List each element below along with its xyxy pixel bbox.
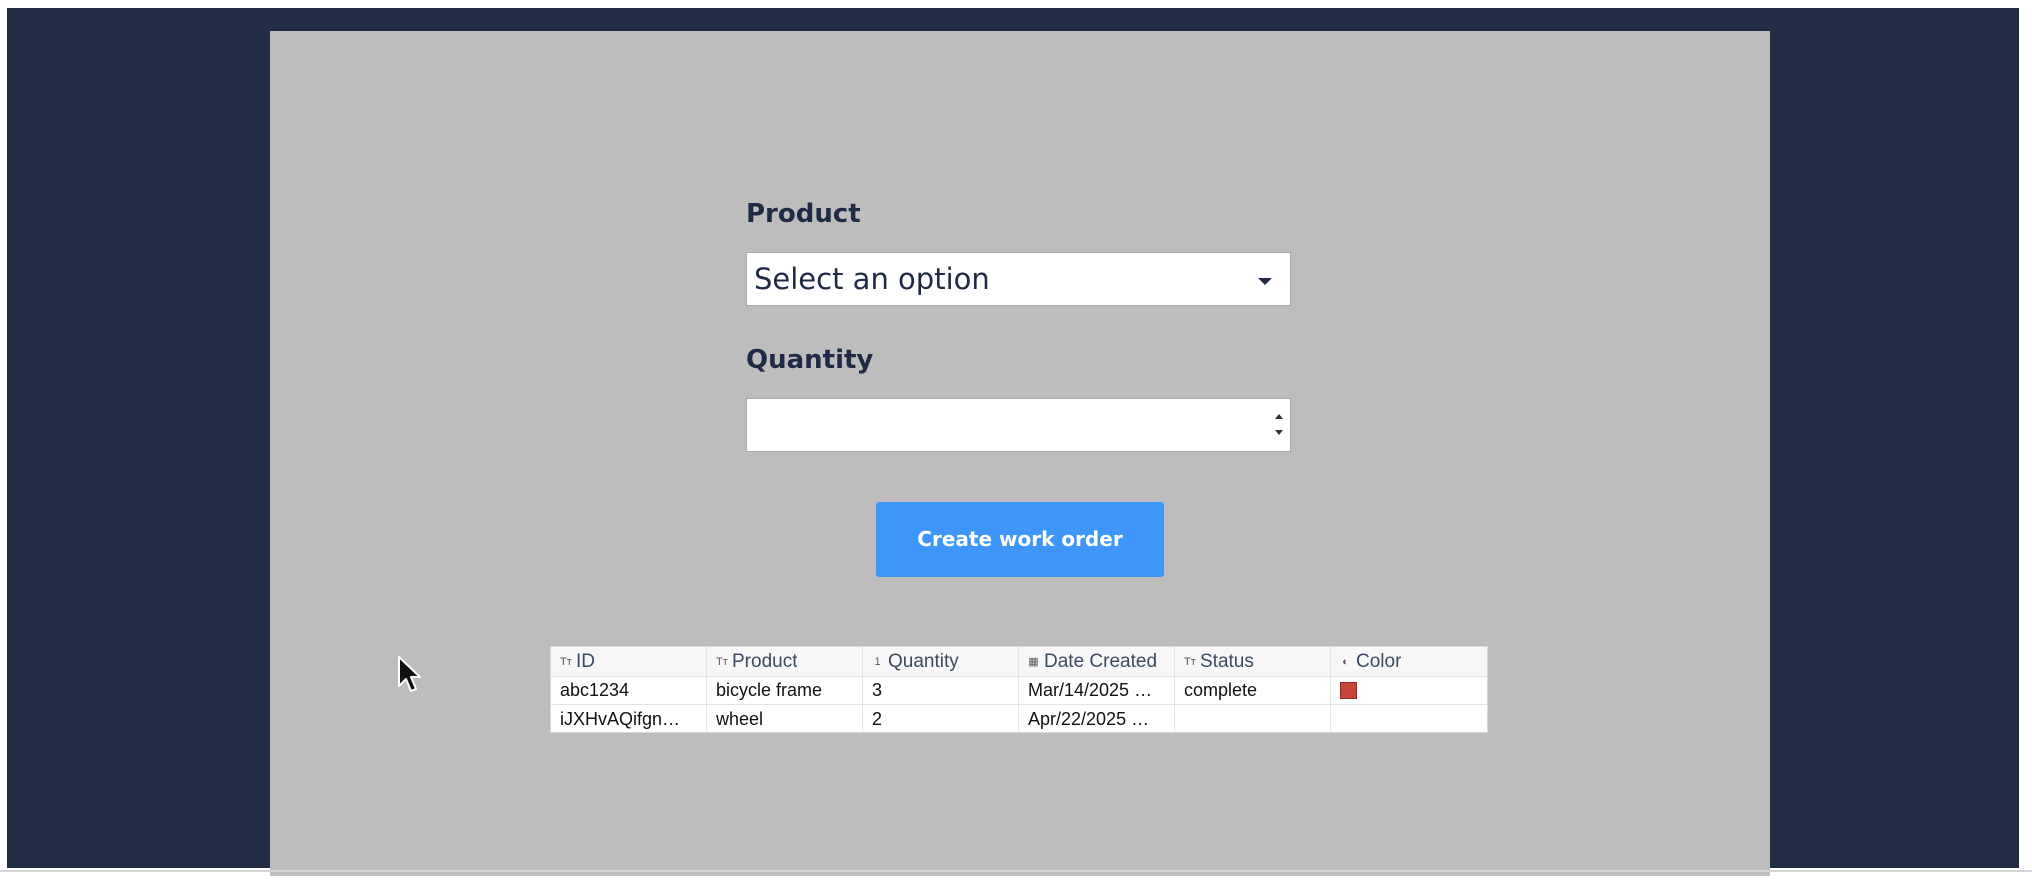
product-label: Product <box>746 199 861 229</box>
stepper-down-icon[interactable] <box>1275 430 1283 435</box>
cell-id[interactable]: abc1234 <box>551 677 707 704</box>
work-orders-table: Tт ID Tт Product 1 Quantity ▦ Date Creat… <box>550 646 1488 733</box>
table-row[interactable]: abc1234 bicycle frame 3 Mar/14/2025 … co… <box>551 677 1487 705</box>
cell-date-created[interactable]: Apr/22/2025 … <box>1019 705 1175 733</box>
cell-color[interactable] <box>1331 705 1487 733</box>
cell-product[interactable]: wheel <box>707 705 863 733</box>
text-type-icon: Tт <box>560 655 572 668</box>
column-header-color[interactable]: ◐ Color <box>1331 647 1487 676</box>
quantity-stepper[interactable] <box>1273 411 1285 439</box>
table-header-row: Tт ID Tт Product 1 Quantity ▦ Date Creat… <box>551 647 1487 677</box>
column-header-id[interactable]: Tт ID <box>551 647 707 676</box>
product-select[interactable]: Select an option <box>746 252 1291 306</box>
column-header-status[interactable]: Tт Status <box>1175 647 1331 676</box>
column-header-date-created[interactable]: ▦ Date Created <box>1019 647 1175 676</box>
app-frame: Product Select an option Quantity Create… <box>7 8 2019 876</box>
table-row[interactable]: iJXHvAQifgn… wheel 2 Apr/22/2025 … <box>551 705 1487 733</box>
quantity-label: Quantity <box>746 345 874 375</box>
calendar-type-icon: ▦ <box>1028 656 1039 668</box>
cell-status[interactable]: complete <box>1175 677 1331 704</box>
cell-date-created[interactable]: Mar/14/2025 … <box>1019 677 1175 704</box>
number-type-icon: 1 <box>874 655 881 668</box>
product-select-value: Select an option <box>754 262 990 296</box>
stepper-up-icon[interactable] <box>1275 414 1283 419</box>
cell-status[interactable] <box>1175 705 1331 733</box>
column-header-quantity[interactable]: 1 Quantity <box>863 647 1019 676</box>
text-type-icon: Tт <box>1184 655 1196 668</box>
cell-quantity[interactable]: 2 <box>863 705 1019 733</box>
palette-type-icon: ◐ <box>1342 655 1349 668</box>
caret-down-icon <box>1258 278 1272 285</box>
mouse-cursor-icon <box>398 656 421 692</box>
cell-quantity[interactable]: 3 <box>863 677 1019 704</box>
window-bottom-border <box>0 870 2032 872</box>
quantity-input[interactable] <box>746 398 1291 452</box>
cell-color[interactable] <box>1331 677 1487 704</box>
color-swatch <box>1340 682 1357 699</box>
create-work-order-button[interactable]: Create work order <box>876 502 1164 577</box>
cell-product[interactable]: bicycle frame <box>707 677 863 704</box>
text-type-icon: Tт <box>716 655 728 668</box>
column-header-product[interactable]: Tт Product <box>707 647 863 676</box>
cell-id[interactable]: iJXHvAQifgn… <box>551 705 707 733</box>
form-canvas: Product Select an option Quantity Create… <box>270 31 1770 876</box>
